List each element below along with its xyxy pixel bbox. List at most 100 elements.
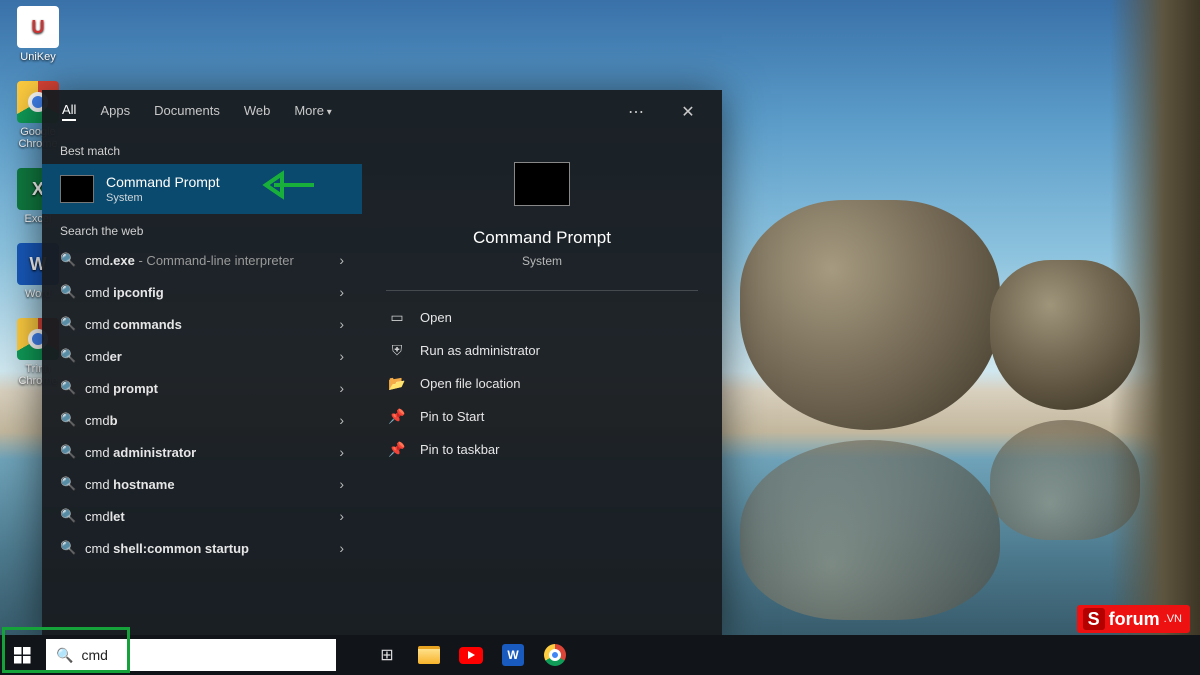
search-icon: 🔍	[60, 284, 75, 300]
detail-title: Command Prompt	[473, 228, 611, 248]
search-icon: 🔍	[60, 476, 75, 492]
action-label: Pin to Start	[420, 409, 484, 424]
search-icon: 🔍	[56, 647, 73, 664]
action-open[interactable]: ▭ Open	[386, 301, 698, 334]
web-result-label: cmd shell:common startup	[85, 541, 329, 556]
action-run-admin-icon: ⛨	[388, 342, 406, 359]
tab-apps[interactable]: Apps	[100, 103, 130, 120]
search-icon: 🔍	[60, 380, 75, 396]
web-result-label: cmder	[85, 349, 329, 364]
action-label: Open file location	[420, 376, 520, 391]
taskbar-word[interactable]: W	[492, 635, 534, 675]
action-open-location-icon: 📂	[388, 375, 406, 392]
detail-app-icon	[514, 162, 570, 206]
detail-subtitle: System	[522, 254, 562, 268]
search-icon: 🔍	[60, 540, 75, 556]
action-pin-taskbar[interactable]: 📌 Pin to taskbar	[386, 433, 698, 466]
chevron-right-icon: ›	[339, 508, 344, 524]
taskbar-chrome[interactable]	[534, 635, 576, 675]
taskbar-youtube[interactable]	[450, 635, 492, 675]
action-pin-start-icon: 📌	[388, 408, 406, 425]
chevron-right-icon: ›	[339, 380, 344, 396]
taskbar-search-input[interactable]	[81, 647, 326, 663]
action-label: Run as administrator	[420, 343, 540, 358]
best-match-title: Command Prompt	[106, 174, 220, 190]
web-result-label: cmdlet	[85, 509, 329, 524]
chrome-icon	[544, 644, 566, 666]
web-result-3[interactable]: 🔍 cmder ›	[42, 340, 362, 372]
tab-web[interactable]: Web	[244, 103, 271, 120]
search-icon: 🔍	[60, 252, 75, 268]
taskbar: 🔍 ⊞ W	[0, 635, 1200, 675]
watermark-s-icon: S	[1083, 608, 1105, 630]
tab-documents[interactable]: Documents	[154, 103, 220, 120]
taskbar-file-explorer[interactable]	[408, 635, 450, 675]
chevron-right-icon: ›	[339, 284, 344, 300]
tab-more[interactable]: More	[294, 103, 331, 120]
web-result-label: cmd ipconfig	[85, 285, 329, 300]
web-result-5[interactable]: 🔍 cmdb ›	[42, 404, 362, 436]
action-label: Open	[420, 310, 452, 325]
search-detail-pane: Command Prompt System ▭ Open⛨ Run as adm…	[362, 134, 722, 635]
tab-all[interactable]: All	[62, 102, 76, 121]
web-result-1[interactable]: 🔍 cmd ipconfig ›	[42, 276, 362, 308]
web-result-label: cmd commands	[85, 317, 329, 332]
search-icon: 🔍	[60, 508, 75, 524]
youtube-icon	[459, 647, 483, 664]
best-match-subtitle: System	[106, 192, 220, 204]
word-icon: W	[502, 644, 524, 666]
best-match-heading: Best match	[42, 134, 362, 164]
action-pin-start[interactable]: 📌 Pin to Start	[386, 400, 698, 433]
windows-logo-icon	[14, 647, 31, 664]
web-result-8[interactable]: 🔍 cmdlet ›	[42, 500, 362, 532]
start-button[interactable]	[0, 635, 44, 675]
unikey-shortcut[interactable]: U UniKey	[8, 6, 68, 63]
search-icon: 🔍	[60, 444, 75, 460]
web-result-label: cmd.exe - Command-line interpreter	[85, 253, 329, 268]
desktop-icon-label: UniKey	[8, 51, 68, 63]
action-open-icon: ▭	[388, 309, 406, 326]
action-label: Pin to taskbar	[420, 442, 500, 457]
action-open-location[interactable]: 📂 Open file location	[386, 367, 698, 400]
chevron-right-icon: ›	[339, 412, 344, 428]
chevron-right-icon: ›	[339, 476, 344, 492]
action-pin-taskbar-icon: 📌	[388, 441, 406, 458]
web-result-label: cmd administrator	[85, 445, 329, 460]
web-result-label: cmd prompt	[85, 381, 329, 396]
search-web-heading: Search the web	[42, 214, 362, 244]
task-view-button[interactable]: ⊞	[366, 635, 408, 675]
search-results-column: Best match Command Prompt System Search …	[42, 134, 362, 635]
wallpaper-rock-large	[740, 200, 1000, 430]
web-result-9[interactable]: 🔍 cmd shell:common startup ›	[42, 532, 362, 564]
taskbar-search-box[interactable]: 🔍	[46, 639, 336, 671]
wallpaper-rock-large-reflection	[740, 440, 1000, 620]
annotation-arrow	[256, 170, 316, 200]
search-icon: 🔍	[60, 316, 75, 332]
detail-divider	[386, 290, 698, 291]
command-prompt-icon	[60, 175, 94, 203]
chevron-right-icon: ›	[339, 444, 344, 460]
wallpaper-rock-small	[990, 260, 1140, 410]
close-icon[interactable]: ✕	[674, 102, 702, 122]
search-icon: 🔍	[60, 348, 75, 364]
web-result-4[interactable]: 🔍 cmd prompt ›	[42, 372, 362, 404]
web-result-7[interactable]: 🔍 cmd hostname ›	[42, 468, 362, 500]
search-icon: 🔍	[60, 412, 75, 428]
chevron-right-icon: ›	[339, 252, 344, 268]
action-run-admin[interactable]: ⛨ Run as administrator	[386, 334, 698, 367]
watermark-brand: forum	[1109, 609, 1160, 630]
options-icon[interactable]: ⋯	[622, 102, 650, 122]
web-result-6[interactable]: 🔍 cmd administrator ›	[42, 436, 362, 468]
unikey-shortcut-icon: U	[17, 6, 59, 48]
web-result-0[interactable]: 🔍 cmd.exe - Command-line interpreter ›	[42, 244, 362, 276]
chevron-right-icon: ›	[339, 348, 344, 364]
best-match-result[interactable]: Command Prompt System	[42, 164, 362, 214]
web-result-2[interactable]: 🔍 cmd commands ›	[42, 308, 362, 340]
watermark-badge: S forum .VN	[1077, 605, 1190, 633]
file-explorer-icon	[418, 646, 440, 664]
wallpaper-rock-small-reflection	[990, 420, 1140, 540]
web-result-label: cmdb	[85, 413, 329, 428]
search-filter-tabs: All Apps Documents Web More ⋯ ✕	[42, 90, 722, 134]
chevron-right-icon: ›	[339, 540, 344, 556]
web-result-label: cmd hostname	[85, 477, 329, 492]
